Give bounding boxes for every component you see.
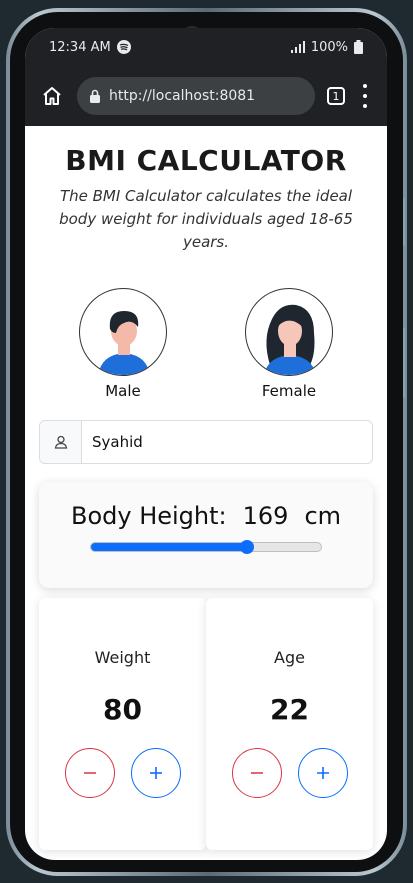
- battery-percent: 100%: [310, 39, 348, 55]
- address-bar[interactable]: http://localhost:8081: [77, 77, 315, 115]
- age-card: Age 22: [206, 598, 373, 850]
- page-content: BMI CALCULATOR The BMI Calculator calcul…: [25, 126, 387, 850]
- name-input-group: [39, 420, 373, 464]
- height-unit: cm: [304, 502, 342, 530]
- url-text: http://localhost:8081: [109, 88, 256, 104]
- age-label: Age: [274, 648, 305, 667]
- weight-card: Weight 80: [39, 598, 206, 850]
- height-slider-thumb[interactable]: [240, 540, 255, 554]
- plus-icon: [316, 767, 329, 779]
- user-icon: [40, 421, 82, 463]
- page-subtitle: The BMI Calculator calculates the ideal …: [59, 187, 353, 251]
- lock-icon: [90, 89, 100, 103]
- gender-label-female: Female: [261, 382, 317, 400]
- phone-frame: 12:34 AM 100% http://localhost:8081 1 BM…: [6, 8, 407, 876]
- stepper-cards: Weight 80 Age 22: [39, 598, 373, 850]
- height-slider[interactable]: [90, 540, 322, 554]
- height-value: 169: [242, 502, 289, 530]
- battery-icon: [354, 40, 363, 54]
- browser-toolbar: http://localhost:8081 1: [25, 66, 387, 126]
- tabs-icon[interactable]: 1: [327, 87, 345, 105]
- tab-count: 1: [332, 89, 340, 103]
- status-time: 12:34 AM: [49, 39, 111, 55]
- weight-increment-button[interactable]: [130, 748, 181, 798]
- phone-body: 12:34 AM 100% http://localhost:8081 1 BM…: [10, 12, 403, 872]
- weight-value: 80: [103, 693, 142, 726]
- male-avatar[interactable]: [79, 288, 167, 376]
- screen: 12:34 AM 100% http://localhost:8081 1 BM…: [25, 28, 387, 860]
- age-increment-button[interactable]: [297, 748, 348, 798]
- height-card: Body Height: 169 cm: [39, 482, 373, 588]
- age-decrement-button[interactable]: [231, 748, 282, 798]
- page-title: BMI CALCULATOR: [65, 144, 347, 177]
- minus-icon: [250, 772, 263, 774]
- height-label: Body Height:: [70, 502, 227, 530]
- female-avatar-icon: [264, 304, 316, 375]
- age-value: 22: [270, 693, 309, 726]
- female-avatar[interactable]: [245, 288, 333, 376]
- weight-label: Weight: [94, 648, 151, 667]
- signal-icon: [290, 41, 305, 53]
- gender-option-male[interactable]: Male: [79, 288, 167, 400]
- minus-icon: [83, 772, 96, 774]
- plus-icon: [149, 767, 162, 779]
- male-avatar-icon: [98, 311, 150, 375]
- home-icon: [43, 87, 61, 105]
- gender-label-male: Male: [105, 382, 141, 400]
- name-input[interactable]: [82, 433, 372, 451]
- spotify-icon: [116, 40, 131, 54]
- weight-decrement-button[interactable]: [64, 748, 115, 798]
- height-slider-fill: [91, 543, 248, 551]
- gender-selector: Male Female: [39, 288, 373, 400]
- menu-icon[interactable]: [357, 84, 373, 108]
- status-bar: 12:34 AM 100%: [25, 28, 387, 66]
- home-button[interactable]: [39, 83, 65, 109]
- gender-option-female[interactable]: Female: [245, 288, 333, 400]
